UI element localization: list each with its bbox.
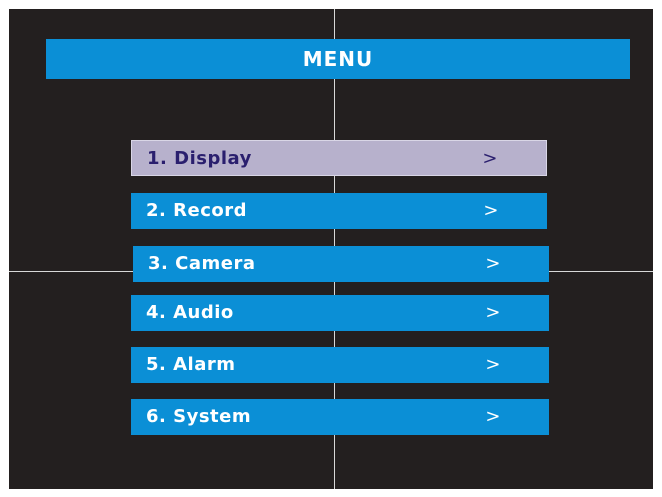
menu-item-camera[interactable]: 3. Camera > <box>133 246 549 282</box>
chevron-right-icon: > <box>482 148 498 169</box>
menu-item-display[interactable]: 1. Display > <box>131 140 547 176</box>
menu-item-alarm[interactable]: 5. Alarm > <box>131 347 549 383</box>
menu-item-label: 3. Camera <box>148 253 256 274</box>
menu-item-label: 1. Display <box>147 148 252 169</box>
menu-item-label: 4. Audio <box>146 302 234 323</box>
menu-item-audio[interactable]: 4. Audio > <box>131 295 549 331</box>
menu-item-system[interactable]: 6. System > <box>131 399 549 435</box>
menu-item-label: 2. Record <box>146 200 247 221</box>
chevron-right-icon: > <box>485 302 501 323</box>
chevron-right-icon: > <box>483 200 499 221</box>
menu-item-label: 5. Alarm <box>146 354 236 375</box>
chevron-right-icon: > <box>485 406 501 427</box>
chevron-right-icon: > <box>485 354 501 375</box>
menu-item-record[interactable]: 2. Record > <box>131 193 547 229</box>
osd-screen: MENU 1. Display > 2. Record > 3. Camera … <box>9 9 653 489</box>
menu-title: MENU <box>46 39 630 79</box>
menu-item-label: 6. System <box>146 406 252 427</box>
chevron-right-icon: > <box>485 253 501 274</box>
